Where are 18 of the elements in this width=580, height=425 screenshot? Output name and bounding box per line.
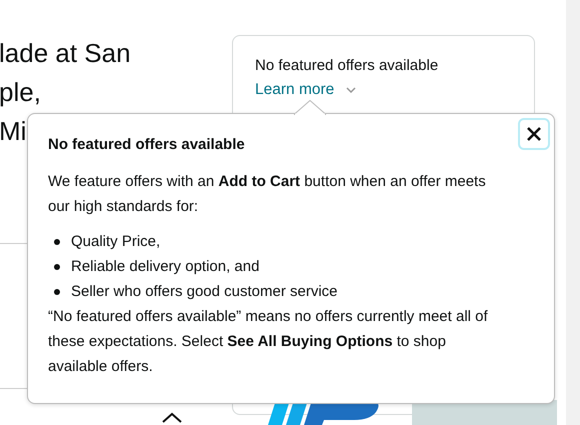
criterion-text: Seller who offers good customer service	[71, 282, 338, 302]
caret-up-icon[interactable]	[162, 412, 182, 423]
learn-more-link[interactable]: Learn more	[255, 77, 334, 103]
product-title-line: Mi	[0, 115, 26, 148]
close-icon[interactable]	[526, 126, 542, 142]
close-button[interactable]	[518, 118, 550, 150]
bullet-icon	[54, 238, 60, 244]
offer-message: No featured offers available	[255, 56, 440, 76]
popover-title: No featured offers available	[48, 135, 246, 155]
chevron-down-icon[interactable]	[346, 87, 356, 93]
popover-explanation: “No featured offers available” means no offers currently meet all of these expectations. Select See All Buying Options to shop available offers.	[48, 307, 489, 377]
product-title-line: ple,	[0, 76, 41, 109]
criterion-text: Quality Price,	[71, 232, 160, 252]
product-title-line: lade at San	[0, 37, 131, 70]
popover-intro: We feature offers with an Add to Cart button when an offer meets our high standards for:	[48, 172, 487, 217]
criterion-text: Reliable delivery option, and	[71, 257, 260, 277]
bullet-icon	[54, 288, 60, 294]
bullet-icon	[54, 264, 60, 270]
